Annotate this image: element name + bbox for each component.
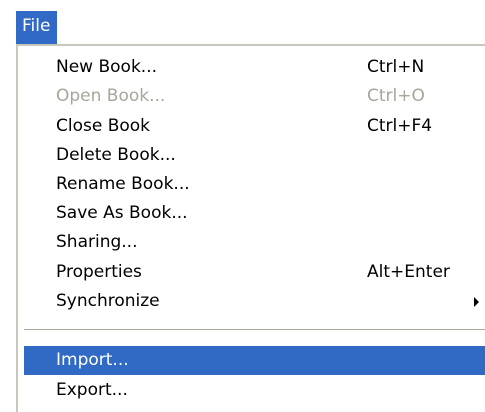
menu-separator (24, 329, 485, 331)
menu-item-label: Sharing... (56, 232, 138, 252)
menu-item-label: Import... (56, 350, 129, 370)
menu-item-new-book[interactable]: New Book... Ctrl+N (24, 53, 485, 82)
menu-item-label: Open Book... (56, 86, 166, 106)
menu-item-shortcut: Ctrl+N (367, 57, 425, 77)
menu-item-delete-book[interactable]: Delete Book... (24, 141, 485, 170)
menu-item-save-as-book[interactable]: Save As Book... (24, 199, 485, 228)
menu-item-label: Save As Book... (56, 203, 188, 223)
menu-item-label: Synchronize (56, 291, 160, 311)
menu-item-label: Properties (56, 262, 142, 282)
menu-item-synchronize[interactable]: Synchronize (24, 287, 485, 316)
screen: File New Book... Ctrl+N Open Book... Ctr… (0, 0, 485, 412)
menu-item-sharing[interactable]: Sharing... (24, 228, 485, 257)
menu-item-label: Rename Book... (56, 174, 190, 194)
menu-gutter (18, 46, 23, 412)
menu-item-import[interactable]: Import... (24, 346, 485, 375)
file-menu[interactable]: File (16, 11, 57, 44)
menu-item-open-book: Open Book... Ctrl+O (24, 82, 485, 111)
chevron-right-icon (474, 297, 479, 307)
menu-bar: File (0, 0, 485, 44)
menu-item-label: Export... (56, 380, 128, 400)
menu-item-label: New Book... (56, 57, 158, 77)
menu-item-export[interactable]: Export... (24, 376, 485, 405)
menu-item-rename-book[interactable]: Rename Book... (24, 170, 485, 199)
menu-item-label: Delete Book... (56, 145, 176, 165)
file-dropdown-menu: New Book... Ctrl+N Open Book... Ctrl+O C… (16, 44, 485, 412)
menu-item-close-book[interactable]: Close Book Ctrl+F4 (24, 112, 485, 141)
menu-item-shortcut: Ctrl+F4 (367, 116, 433, 136)
menu-item-shortcut: Alt+Enter (367, 262, 450, 282)
menu-item-shortcut: Ctrl+O (367, 86, 425, 106)
menu-item-properties[interactable]: Properties Alt+Enter (24, 258, 485, 287)
menu-item-label: Close Book (56, 116, 151, 136)
